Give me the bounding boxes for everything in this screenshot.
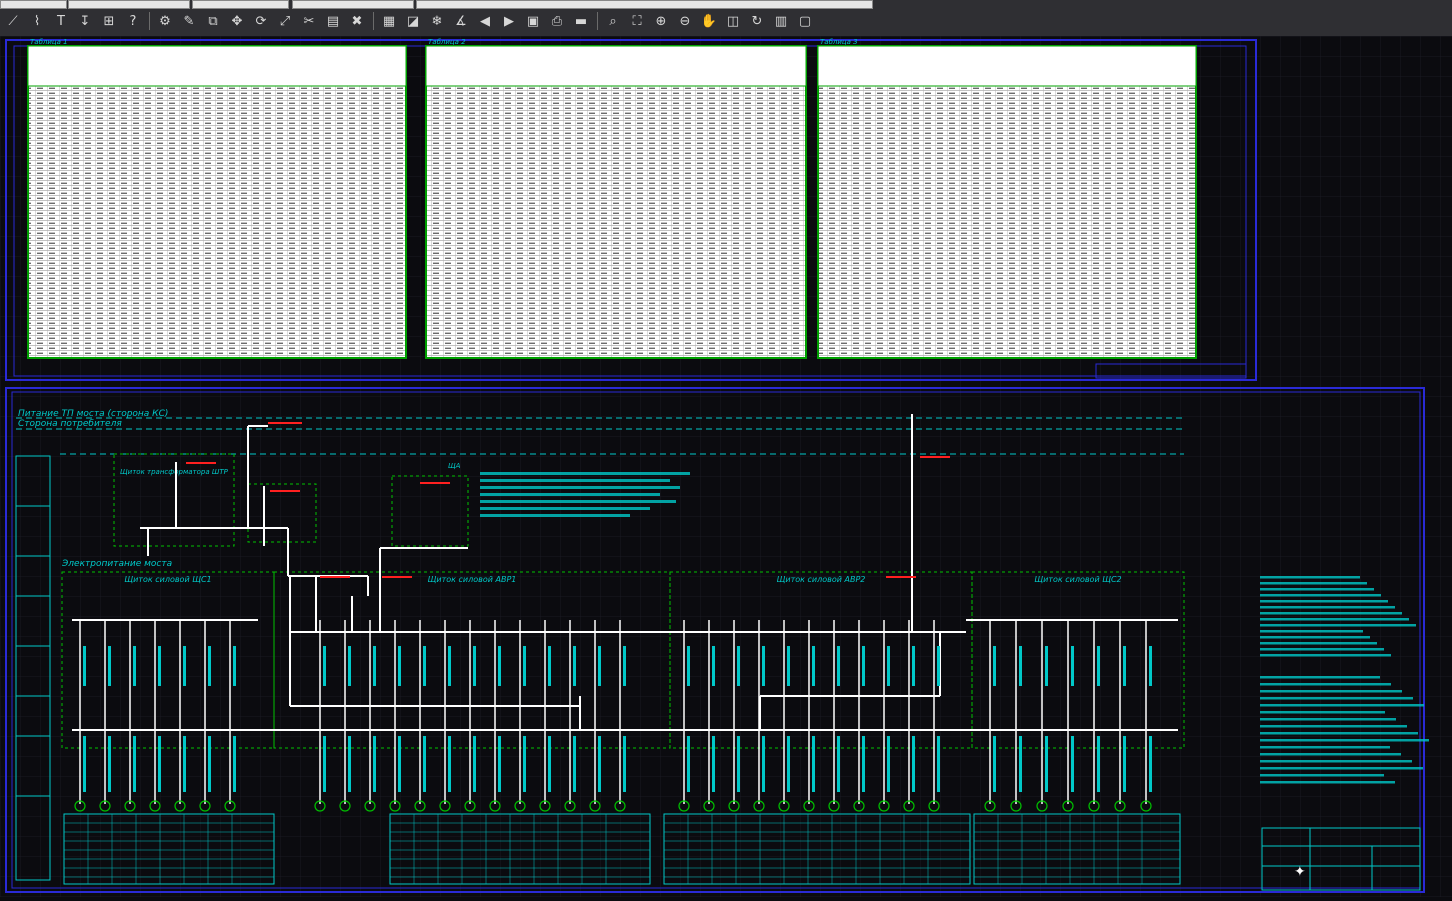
drawing-canvas[interactable]: Таблица 1 Таблица 2 Таблица 3 Питание ТП… <box>0 36 1452 897</box>
toolbar-separator <box>594 11 600 31</box>
note-line <box>1260 760 1412 763</box>
folder-icon[interactable]: ▬ <box>570 10 592 32</box>
legend-line <box>1260 588 1374 591</box>
note-line <box>1260 676 1380 679</box>
panel-label-4: Щиток силовой ЩС2 <box>1034 575 1121 584</box>
tool-palette-icon[interactable]: ▥ <box>770 10 792 32</box>
layer-icon[interactable]: ▤ <box>322 10 344 32</box>
page-setup-icon[interactable]: ▣ <box>522 10 544 32</box>
layer-freeze-icon[interactable]: ❄ <box>426 10 448 32</box>
note-line <box>1260 725 1407 728</box>
table-2-label: Таблица 2 <box>428 38 466 46</box>
note-line <box>1260 690 1402 693</box>
note-line <box>1260 767 1423 770</box>
panel-label-1: Щиток силовой ЩС1 <box>124 575 211 584</box>
table-1-label: Таблица 1 <box>30 38 68 46</box>
toolbar-area: ⟋ ⌇ T ↧ ⊞? ⚙ ✎ ⧉ ✥ ⟳ ⤢ ✂ ▤ ✖ ▦ ◪ ❄ ∡ ◀ ▶ ▣ ⎙ ▬ ⌕ ⛶ ⊕ ⊖ ✋ ◫ ↻ ▥ ▢ <box>0 0 1452 37</box>
insert-block-icon[interactable]: ⊞ <box>98 10 120 32</box>
table-1: Таблица 1 <box>27 38 407 359</box>
legend-line <box>1260 612 1402 615</box>
copy-icon[interactable]: ⧉ <box>202 10 224 32</box>
forward-arrow-icon[interactable]: ▶ <box>498 10 520 32</box>
note-line <box>1260 697 1413 700</box>
scale-icon[interactable]: ⤢ <box>274 10 296 32</box>
toolbar-separator <box>146 11 152 31</box>
legend-line <box>1260 630 1363 633</box>
note-line <box>1260 774 1384 777</box>
zoom-realtime-icon[interactable]: ⊕ <box>650 10 672 32</box>
legend-line <box>1260 618 1409 621</box>
legend-line <box>1260 594 1381 597</box>
pan-icon[interactable]: ✋ <box>698 10 720 32</box>
legend-line <box>1260 642 1377 645</box>
layer-manager-icon[interactable]: ▦ <box>378 10 400 32</box>
polyline-tool-icon[interactable]: ⌇ <box>26 10 48 32</box>
title-block-stamp-icon: ✦ <box>1294 864 1306 880</box>
drawing-svg[interactable]: Таблица 1 Таблица 2 Таблица 3 Питание ТП… <box>0 36 1452 897</box>
trim-icon[interactable]: ✂ <box>298 10 320 32</box>
back-arrow-icon[interactable]: ◀ <box>474 10 496 32</box>
note-line <box>1260 781 1395 784</box>
print-icon[interactable]: ⎙ <box>546 10 568 32</box>
rotate-icon[interactable]: ⟳ <box>250 10 272 32</box>
move-icon[interactable]: ✥ <box>226 10 248 32</box>
sheet-set-icon[interactable]: ▢ <box>794 10 816 32</box>
match-properties-icon[interactable]: ✎ <box>178 10 200 32</box>
panel-label-3: Щиток силовой АВР2 <box>777 575 866 584</box>
note-line <box>1260 746 1390 749</box>
bridge-power-label: Электропитание моста <box>61 559 172 569</box>
zoom-previous-icon[interactable]: ⊖ <box>674 10 696 32</box>
note-line <box>1260 711 1385 714</box>
table-3-label: Таблица 3 <box>820 38 858 46</box>
table-3: Таблица 3 <box>817 38 1197 359</box>
toolbar-separator <box>370 11 376 31</box>
legend-line <box>1260 648 1384 651</box>
legend-line <box>1260 576 1360 579</box>
zoom-window-icon[interactable]: ⌕ <box>602 10 624 32</box>
note-line <box>1260 683 1391 686</box>
legend-line <box>1260 606 1395 609</box>
legend-line <box>1260 624 1416 627</box>
consumer-side-label: Сторона потребителя <box>18 419 122 429</box>
line-tool-icon[interactable]: ⟋ <box>2 10 24 32</box>
layer-states-icon[interactable]: ◪ <box>402 10 424 32</box>
note-line <box>1260 739 1429 742</box>
properties-icon[interactable]: ⚙ <box>154 10 176 32</box>
legend-line <box>1260 636 1370 639</box>
note-line <box>1260 732 1418 735</box>
named-views-icon[interactable]: ◫ <box>722 10 744 32</box>
note-line <box>1260 704 1424 707</box>
legend-line <box>1260 654 1391 657</box>
zoom-extents-icon[interactable]: ⛶ <box>626 10 648 32</box>
note-line <box>1260 753 1401 756</box>
legend-line <box>1260 582 1367 585</box>
regen-icon[interactable]: ↻ <box>746 10 768 32</box>
dimension-tool-icon[interactable]: ↧ <box>74 10 96 32</box>
ups-label: ЩА <box>448 462 461 470</box>
legend-line <box>1260 600 1388 603</box>
panel-label-2: Щиток силовой АВР1 <box>428 575 517 584</box>
main-toolbar: ⟋ ⌇ T ↧ ⊞? ⚙ ✎ ⧉ ✥ ⟳ ⤢ ✂ ▤ ✖ ▦ ◪ ❄ ∡ ◀ ▶ ▣ ⎙ ▬ ⌕ ⛶ ⊕ ⊖ ✋ ◫ ↻ ▥ ▢ <box>0 8 816 34</box>
erase-icon[interactable]: ✖ <box>346 10 368 32</box>
help-icon[interactable]: ? <box>122 10 144 32</box>
transformer-label: Щиток трансформатора ШТР <box>120 468 229 476</box>
note-line <box>1260 718 1396 721</box>
text-tool-icon[interactable]: T <box>50 10 72 32</box>
measure-icon[interactable]: ∡ <box>450 10 472 32</box>
table-2: Таблица 2 <box>425 38 807 359</box>
